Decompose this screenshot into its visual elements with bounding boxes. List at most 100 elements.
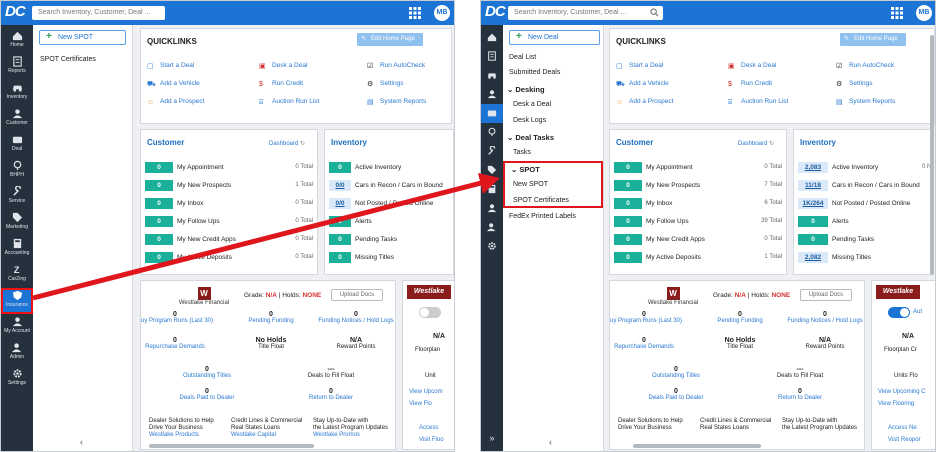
quicklink-desk-a-deal[interactable]: ▣ Desk a Deal [259,62,307,70]
count-badge[interactable]: 0 [614,216,642,227]
customer-row[interactable]: 0 My New Credit Apps 0 Total [614,234,782,245]
stat-link[interactable]: Deals Paid to Dealer [157,395,257,401]
sidebar-item-car[interactable] [481,66,503,85]
count-badge[interactable]: 1K/264 [798,198,828,209]
quicklink-desk-a-deal[interactable]: ▣ Desk a Deal [728,62,776,70]
sidebar-item-customer[interactable] [481,85,503,104]
submenu-group-deal-tasks[interactable]: ⌄ Deal Tasks [507,133,554,142]
search-input[interactable]: Search Inventory, Customer, Deal ... [508,6,663,20]
westlake-footer-link[interactable]: Westlake Products [149,432,214,439]
upload-docs-button[interactable]: Upload Docs [331,289,383,301]
sidebar-item-bhph[interactable] [481,123,503,142]
westlake-stat[interactable]: 0 Return to Dealer [281,388,381,401]
quicklink-auction-run-list[interactable]: ⌸ Auction Run List [728,98,788,106]
quicklink-auction-run-list[interactable]: ⌸ Auction Run List [259,98,319,106]
submenu-item-spot-certificates[interactable]: SPOT Certificates [40,56,96,63]
westlake-stat[interactable]: 0 Deals Paid to Dealer [157,388,257,401]
horizontal-scrollbar[interactable] [633,444,761,448]
quicklink-start-a-deal[interactable]: ▢ Start a Deal [147,62,194,70]
upload-docs-button[interactable]: Upload Docs [800,289,852,301]
flooring-link[interactable]: Visit Floo [419,437,444,444]
flooring-link[interactable]: Access [419,425,438,432]
westlake-stat[interactable]: 0 Funding Notices / Hold Logs [775,311,864,324]
customer-row[interactable]: 0 My Inbox 6 Total [614,198,782,209]
customer-row[interactable]: 0 My Follow Ups 39 Total [614,216,782,227]
customer-row[interactable]: 0 My New Prospects 1 Total [145,180,313,191]
customer-row[interactable]: 0 My Appointment 0 Total [614,162,782,173]
horizontal-scrollbar[interactable] [149,444,314,448]
count-badge[interactable]: 0 [614,198,642,209]
customer-row[interactable]: 0 My Inbox 0 Total [145,198,313,209]
count-badge[interactable]: 0 [329,216,351,227]
stat-link[interactable]: Return to Dealer [750,395,850,401]
inventory-row[interactable]: 0 Alerts [798,216,932,227]
dashboard-link[interactable]: Dashboard ↻ [738,140,774,147]
submenu-item-fedex-labels[interactable]: FedEx Printed Labels [509,213,576,220]
quicklink-settings[interactable]: ⚙ Settings [836,80,873,88]
customer-row[interactable]: 0 My Active Deposits 1 Total [614,252,782,263]
quicklink-system-reports[interactable]: ▤ System Reports [836,98,895,106]
flooring-link[interactable]: View Upcoming C [878,389,926,396]
expand-sidebar-icon[interactable]: » [481,431,503,445]
quicklink-system-reports[interactable]: ▤ System Reports [367,98,426,106]
sidebar-item-gear[interactable] [481,237,503,256]
quicklink-add-a-prospect[interactable]: ☺ Add a Prospect [616,98,673,106]
auto-toggle[interactable] [419,307,441,318]
westlake-stat[interactable]: 0 Return to Dealer [750,388,850,401]
stat-link[interactable]: Deals Paid to Dealer [626,395,726,401]
search-input[interactable]: Search Inventory, Customer, Deal ... [32,6,165,20]
quicklink-start-a-deal[interactable]: ▢ Start a Deal [616,62,663,70]
quicklink-run-autocheck[interactable]: ☑ Run AutoCheck [367,62,425,70]
sidebar-item-reports[interactable] [481,47,503,66]
count-badge[interactable]: 0/0 [329,198,351,209]
auto-toggle[interactable] [888,307,910,318]
collapse-chevron-icon[interactable]: ‹ [80,437,83,447]
flooring-link[interactable]: Access Ne [888,425,917,432]
inventory-row[interactable]: 0/0 Cars in Recon / Cars in Bound [329,180,453,191]
sidebar-item-admin[interactable]: Admin [1,340,33,366]
count-badge[interactable]: 0 [145,198,173,209]
count-badge[interactable]: 0 [145,216,173,227]
sidebar-item-bhph[interactable]: BHPH [1,158,33,184]
count-badge[interactable]: 0 [614,162,642,173]
westlake-stat[interactable]: 0 Deals Paid to Dealer [626,388,726,401]
quicklink-run-credit[interactable]: $ Run Credit [259,80,303,88]
sidebar-item-home[interactable] [481,28,503,47]
sidebar-item-reports[interactable]: Reports [1,54,33,80]
westlake-stat[interactable]: 0 Funding Notices / Hold Logs [306,311,395,324]
stat-link[interactable]: Repurchase Demands [141,344,225,350]
sidebar-item-customer[interactable]: Customer [1,106,33,132]
sidebar-item-account[interactable]: My Account [1,314,33,340]
flooring-link[interactable]: View Upcom [409,389,443,396]
inventory-row[interactable]: 1K/264 Not Posted / Posted Online [798,198,932,209]
apps-grid-icon[interactable] [891,7,903,19]
count-badge[interactable]: 0 [614,252,642,263]
new-deal-button[interactable]: + New Deal [509,30,600,45]
quicklink-add-a-prospect[interactable]: ☺ Add a Prospect [147,98,204,106]
count-badge[interactable]: 2,083 [798,162,828,173]
stat-link[interactable]: Buy Program Runs (Last 30) [610,318,694,324]
sidebar-item-account[interactable] [481,199,503,218]
inventory-row[interactable]: 0 Active Inventory [329,162,453,173]
sidebar-item-wrench[interactable]: Service [1,184,33,210]
quicklink-settings[interactable]: ⚙ Settings [367,80,404,88]
customer-row[interactable]: 0 My New Credit Apps 0 Total [145,234,313,245]
inventory-row[interactable]: 0 Pending Tasks [798,234,932,245]
westlake-stat[interactable]: 0 Outstanding Titles [157,366,257,379]
count-badge[interactable]: 0 [798,234,828,245]
count-badge[interactable]: 2,082 [798,252,828,263]
quicklink-run-autocheck[interactable]: ☑ Run AutoCheck [836,62,894,70]
vertical-scrollbar[interactable] [930,35,934,275]
stat-link[interactable]: Outstanding Titles [157,373,257,379]
stat-link[interactable]: Repurchase Demands [610,344,694,350]
sidebar-item-gear[interactable]: Settings [1,366,33,392]
inventory-row[interactable]: 0 Alerts [329,216,453,227]
apps-grid-icon[interactable] [409,7,421,19]
inventory-row[interactable]: 0 Missing Titles [329,252,453,263]
count-badge[interactable]: 0 [329,252,351,263]
submenu-item-desk-a-deal[interactable]: Desk a Deal [513,101,551,108]
sidebar-item-insurance[interactable]: Insurance [1,288,33,314]
stat-link[interactable]: Return to Dealer [281,395,381,401]
stat-link[interactable]: Buy Program Runs (Last 30) [141,318,225,324]
inventory-row[interactable]: 2,082 Missing Titles [798,252,932,263]
